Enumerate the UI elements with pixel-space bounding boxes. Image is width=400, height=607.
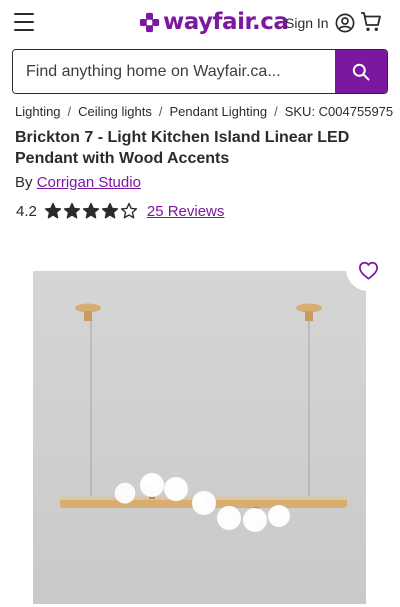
- breadcrumb-ceiling-lights[interactable]: Ceiling lights: [78, 104, 152, 119]
- shopping-cart-icon[interactable]: [360, 11, 382, 33]
- breadcrumb-separator: /: [67, 104, 72, 119]
- star-filled-icon: [63, 202, 81, 219]
- search-input[interactable]: [13, 50, 335, 93]
- sku-label: SKU: C004755975: [284, 104, 394, 119]
- logo-text: wayfair.ca: [163, 9, 289, 35]
- breadcrumb-separator: /: [158, 104, 163, 119]
- rating-value: 4.2: [16, 202, 37, 220]
- wayfair-pinwheel-icon: [139, 12, 160, 32]
- site-header: wayfair.ca Sign In: [0, 0, 400, 46]
- brand-byline: By Corrigan Studio: [15, 174, 141, 191]
- linear-pendant-light-photo: [60, 303, 347, 532]
- sign-in-button[interactable]: Sign In: [285, 13, 355, 33]
- heart-outline-icon: [358, 261, 378, 280]
- product-image[interactable]: [33, 271, 366, 604]
- search-button[interactable]: [335, 50, 387, 93]
- star-rating: [44, 202, 139, 220]
- breadcrumb: Lighting / Ceiling lights / Pendant Ligh…: [15, 104, 394, 119]
- wayfair-logo[interactable]: wayfair.ca: [139, 7, 289, 37]
- sign-in-label: Sign In: [285, 15, 329, 31]
- star-filled-icon: [82, 202, 100, 219]
- star-outline-icon: [120, 202, 138, 219]
- breadcrumb-separator: /: [274, 104, 278, 119]
- account-circle-icon: [335, 13, 355, 33]
- product-title: Brickton 7 - Light Kitchen Island Linear…: [15, 129, 350, 167]
- star-filled-icon: [44, 202, 62, 219]
- breadcrumb-lighting[interactable]: Lighting: [15, 104, 61, 119]
- breadcrumb-pendant-lighting[interactable]: Pendant Lighting: [170, 104, 268, 119]
- favorite-button[interactable]: [346, 249, 390, 291]
- search-icon: [352, 63, 370, 80]
- by-label: By: [15, 174, 33, 191]
- hamburger-menu-icon[interactable]: [14, 13, 34, 31]
- reviews-link[interactable]: 25 Reviews: [147, 203, 225, 220]
- star-filled-icon: [101, 202, 119, 219]
- search-bar: [12, 49, 388, 94]
- rating-summary: 4.2 25 Reviews: [16, 201, 224, 221]
- brand-link[interactable]: Corrigan Studio: [37, 174, 141, 191]
